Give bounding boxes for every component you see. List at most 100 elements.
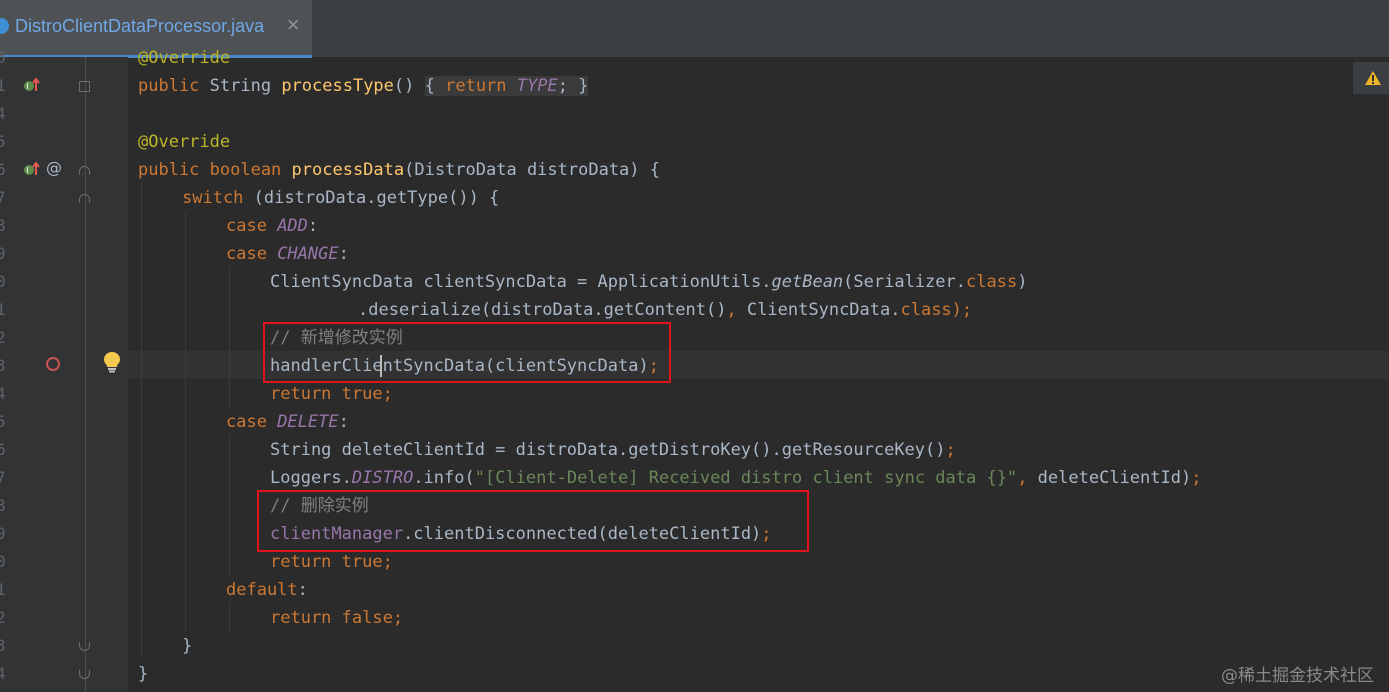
line-number: 7 — [0, 188, 6, 207]
punctuation: : — [338, 412, 349, 432]
type-name: String — [209, 76, 282, 96]
keyword: switch — [182, 188, 254, 208]
line-number: 1 — [0, 300, 6, 319]
fold-icon[interactable] — [79, 194, 90, 203]
line-number: 3 — [0, 636, 6, 655]
svg-text:I: I — [26, 82, 28, 91]
code-line: default: — [226, 576, 308, 604]
constant: TYPE — [516, 76, 558, 96]
comment: // 删除实例 — [270, 496, 369, 516]
line-number: 4 — [0, 104, 6, 123]
method-name: getBean — [771, 272, 844, 292]
code-line: ClientSyncData clientSyncData = Applicat… — [270, 268, 1027, 296]
annotation: @Override — [138, 48, 231, 68]
line-number: 6 — [0, 160, 6, 179]
line-number: 6 — [0, 440, 6, 459]
breakpoint-icon[interactable] — [46, 357, 60, 371]
code-line: } — [138, 660, 148, 688]
line-number: 8 — [0, 216, 6, 235]
constant: DELETE — [277, 412, 339, 432]
expression: String deleteClientId = distroData.getDi… — [270, 440, 946, 460]
watermark: @稀土掘金技术社区 — [1221, 666, 1374, 686]
line-number: 2 — [0, 608, 6, 627]
code-line: return false; — [270, 604, 403, 632]
punctuation: : — [297, 580, 308, 600]
code-line: clientManager.clientDisconnected(deleteC… — [270, 520, 772, 548]
keyword: case — [226, 412, 278, 432]
parameters: (DistroData distroData) { — [404, 160, 660, 180]
warning-icon — [1365, 71, 1381, 85]
keyword: true — [341, 552, 383, 572]
code-line: @Override — [138, 44, 230, 72]
punctuation: ) — [1017, 272, 1028, 292]
expression: .info( — [413, 468, 475, 488]
code-line: case DELETE: — [226, 408, 349, 436]
keyword: return — [270, 608, 342, 628]
line-number: 2 — [0, 328, 6, 347]
implements-method-icon[interactable]: I — [23, 161, 41, 177]
code-line: case ADD: — [226, 212, 318, 240]
punctuation: : — [338, 244, 349, 264]
keyword: case — [226, 216, 278, 236]
expression: Loggers. — [270, 468, 352, 488]
field-name: clientManager — [270, 524, 404, 544]
code-line: // 新增修改实例 — [270, 324, 403, 352]
punctuation: ; — [382, 384, 393, 404]
expression: (distroData.getType()) { — [253, 188, 500, 208]
code-line: return true; — [270, 380, 393, 408]
line-number: 0 — [0, 552, 6, 571]
punctuation: , — [726, 300, 747, 320]
java-class-icon — [0, 18, 9, 34]
punctuation: , — [1017, 468, 1038, 488]
code-line: Loggers.DISTRO.info("[Client-Delete] Rec… — [270, 464, 1201, 492]
svg-text:I: I — [26, 166, 28, 175]
closing-brace: } — [138, 664, 149, 684]
close-tab-icon[interactable]: × — [286, 15, 300, 35]
fold-icon[interactable] — [79, 81, 90, 92]
code-line: .deserialize(distroData.getContent(), Cl… — [358, 296, 972, 324]
code-line: } — [182, 632, 192, 660]
fold-icon[interactable] — [79, 166, 90, 175]
line-number: 3 — [0, 356, 6, 375]
keyword: class — [900, 300, 952, 320]
tab-title: DistroClientDataProcessor.java — [15, 16, 265, 36]
inspection-status[interactable] — [1353, 62, 1389, 94]
punctuation: ; — [761, 524, 772, 544]
comment: // 新增修改实例 — [270, 328, 403, 348]
line-number: 5 — [0, 412, 6, 431]
expression: (Serializer. — [843, 272, 966, 292]
keyword: default — [226, 580, 298, 600]
line-number: 0 — [0, 272, 6, 291]
keyword: return — [270, 384, 342, 404]
implements-method-icon[interactable]: I — [23, 77, 41, 93]
constant: ADD — [277, 216, 308, 236]
keyword: public boolean — [138, 160, 292, 180]
expression: deleteClientId) — [1037, 468, 1192, 488]
keyword: false — [341, 608, 393, 628]
line-number: 5 — [0, 132, 6, 151]
method-name: processData — [291, 160, 405, 180]
method-call: .clientDisconnected(deleteClientId) — [403, 524, 762, 544]
code-line: handlerClientSyncData(clientSyncData); — [270, 352, 659, 380]
punctuation: ; — [392, 608, 404, 628]
at-icon[interactable]: @ — [46, 158, 62, 177]
folded-brace: ; } — [557, 76, 589, 96]
punctuation: ; — [648, 356, 659, 376]
method-call: handlerClientSyncData(clientSyncData) — [270, 356, 649, 376]
lightbulb-icon[interactable] — [103, 351, 121, 373]
code-line: String deleteClientId = distroData.getDi… — [270, 436, 956, 464]
text-caret — [380, 355, 382, 377]
annotation: @Override — [138, 132, 231, 152]
line-number: 9 — [0, 524, 6, 543]
keyword: case — [226, 244, 278, 264]
line-number: 6 — [0, 48, 6, 67]
method-name: processType — [281, 76, 394, 96]
keyword: return — [270, 552, 342, 572]
code-line: switch (distroData.getType()) { — [182, 184, 499, 212]
keyword: return — [445, 76, 517, 96]
punctuation: ; — [945, 440, 956, 460]
code-line: case CHANGE: — [226, 240, 349, 268]
keyword: true — [341, 384, 383, 404]
code-line: // 删除实例 — [270, 492, 369, 520]
expression: ClientSyncData. — [746, 300, 901, 320]
